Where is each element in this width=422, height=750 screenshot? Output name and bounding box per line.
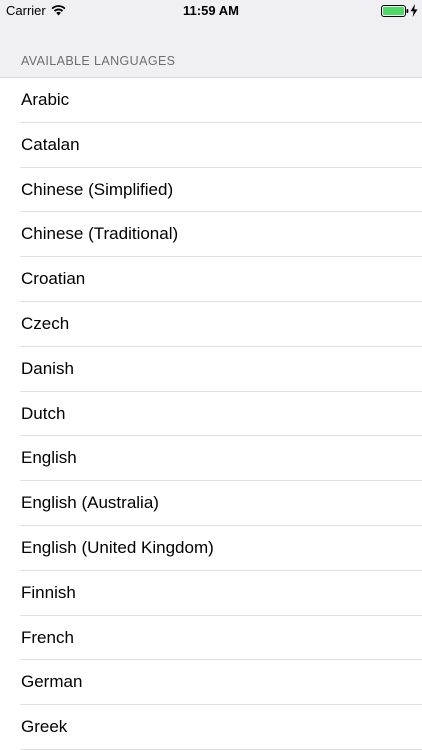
- list-item[interactable]: Arabic: [0, 78, 422, 123]
- list-item[interactable]: Greek: [0, 705, 422, 750]
- list-item[interactable]: German: [0, 660, 422, 706]
- battery-icon: [381, 5, 409, 17]
- section-title: AVAILABLE LANGUAGES: [21, 54, 176, 68]
- language-label: Finnish: [21, 582, 76, 602]
- language-label: English (United Kingdom): [21, 537, 214, 557]
- list-item[interactable]: English (United Kingdom): [0, 525, 422, 571]
- list-item[interactable]: French: [0, 615, 422, 661]
- list-item[interactable]: Croatian: [0, 257, 422, 302]
- list-item[interactable]: Czech: [0, 301, 422, 347]
- language-label: Dutch: [21, 403, 66, 423]
- status-bar: Carrier 11:59 AM: [0, 0, 422, 22]
- bolt-icon: [410, 4, 418, 17]
- list-item[interactable]: Dutch: [0, 391, 422, 437]
- list-item[interactable]: Chinese (Simplified): [0, 167, 422, 213]
- language-label: German: [21, 672, 83, 692]
- language-label: Catalan: [21, 134, 80, 154]
- language-label: Croatian: [21, 269, 86, 289]
- list-item[interactable]: Danish: [0, 346, 422, 392]
- list-item[interactable]: Catalan: [0, 122, 422, 168]
- language-label: Danish: [21, 358, 74, 378]
- language-label: French: [21, 627, 74, 647]
- language-list: Arabic Catalan Chinese (Simplified) Chinese…: [0, 78, 422, 750]
- list-item[interactable]: Finnish: [0, 570, 422, 616]
- list-item[interactable]: English (Australia): [0, 481, 422, 526]
- section-header: AVAILABLE LANGUAGES: [0, 22, 422, 78]
- clock: 11:59 AM: [183, 3, 239, 18]
- language-label: English (Australia): [21, 493, 159, 513]
- language-label: English: [21, 448, 77, 468]
- list-item[interactable]: English: [0, 436, 422, 482]
- language-label: Arabic: [21, 90, 70, 109]
- language-label: Greek: [21, 717, 68, 737]
- language-label: Chinese (Traditional): [21, 224, 179, 244]
- language-label: Czech: [21, 313, 70, 333]
- list-item[interactable]: Chinese (Traditional): [0, 212, 422, 258]
- language-label: Chinese (Simplified): [21, 179, 174, 199]
